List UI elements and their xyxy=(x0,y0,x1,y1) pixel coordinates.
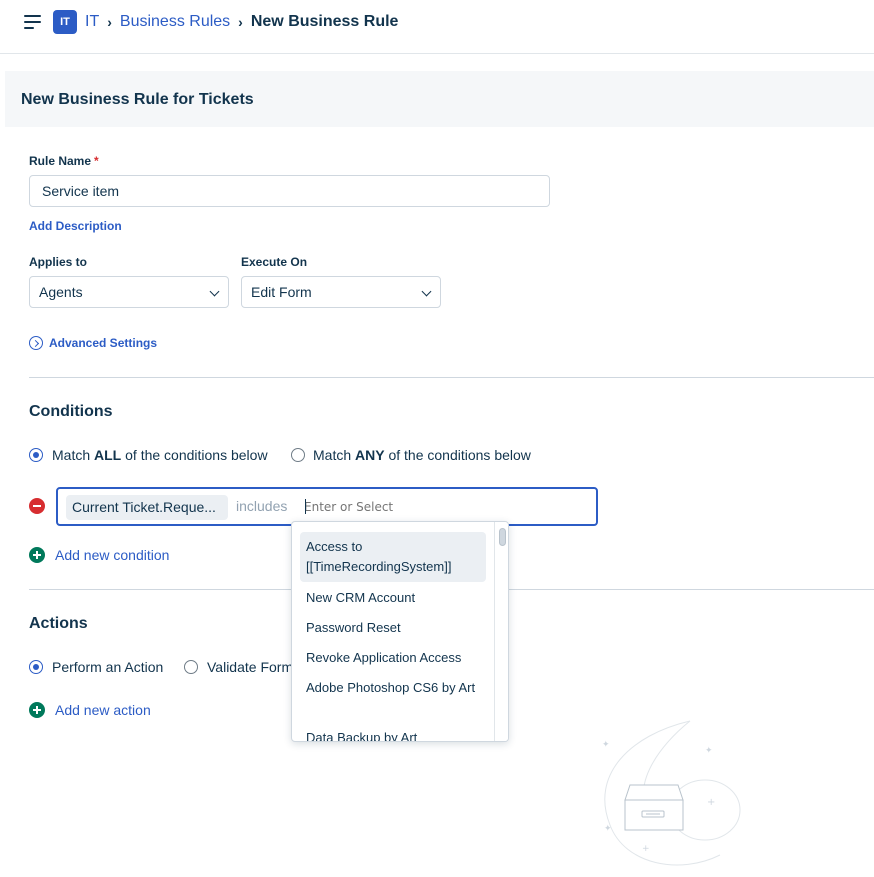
match-any-radio[interactable] xyxy=(291,448,305,462)
match-all-label[interactable]: Match ALL of the conditions below xyxy=(52,447,268,463)
svg-text:+: + xyxy=(642,844,650,854)
applies-to-label: Applies to xyxy=(29,255,88,269)
condition-field-chip[interactable]: Current Ticket.Reque... xyxy=(66,495,228,520)
add-action-icon[interactable] xyxy=(29,702,45,718)
add-condition-icon[interactable] xyxy=(29,547,45,563)
advanced-settings-link[interactable]: Advanced Settings xyxy=(49,336,157,350)
rule-name-label: Rule Name * xyxy=(29,154,99,168)
execute-on-label: Execute On xyxy=(241,255,308,269)
chevron-right-icon: › xyxy=(107,14,112,30)
execute-on-select[interactable]: Edit Form xyxy=(241,276,441,308)
add-description-link[interactable]: Add Description xyxy=(29,219,122,233)
dropdown-scrollbar[interactable] xyxy=(494,522,508,741)
top-bar: IT IT › Business Rules › New Business Ru… xyxy=(0,0,874,54)
text-caret xyxy=(305,499,306,514)
execute-on-value: Edit Form xyxy=(251,284,312,300)
perform-action-label[interactable]: Perform an Action xyxy=(52,659,163,675)
perform-action-radio[interactable] xyxy=(29,660,43,674)
chevron-circle-right-icon[interactable] xyxy=(29,336,43,350)
chevron-right-icon: › xyxy=(238,14,243,30)
dropdown-option[interactable]: Data Backup by Art xyxy=(300,728,486,741)
applies-to-value: Agents xyxy=(39,284,83,300)
add-condition-link[interactable]: Add new condition xyxy=(55,547,169,563)
breadcrumb: IT › Business Rules › New Business Rule xyxy=(85,12,398,32)
match-all-radio[interactable] xyxy=(29,448,43,462)
chevron-down-icon xyxy=(421,286,432,297)
remove-condition-icon[interactable] xyxy=(29,498,45,514)
validate-form-radio[interactable] xyxy=(184,660,198,674)
archive-box-illustration: ✦ ✦ + ✦ + xyxy=(602,720,741,866)
breadcrumb-it[interactable]: IT xyxy=(85,13,99,31)
breadcrumb-current: New Business Rule xyxy=(250,13,399,30)
menu-icon[interactable] xyxy=(24,15,41,29)
add-action-link[interactable]: Add new action xyxy=(55,702,151,718)
actions-title: Actions xyxy=(29,615,88,632)
breadcrumb-business-rules[interactable]: Business Rules xyxy=(120,13,230,31)
form-header: New Business Rule for Tickets xyxy=(5,71,874,127)
chevron-down-icon xyxy=(209,286,220,297)
condition-value-input[interactable] xyxy=(304,495,584,519)
rule-name-input[interactable]: Service item xyxy=(29,175,550,207)
dropdown-option[interactable]: Adobe Photoshop CS6 by Art xyxy=(300,678,486,698)
applies-to-select[interactable]: Agents xyxy=(29,276,229,308)
svg-text:✦: ✦ xyxy=(604,824,612,834)
condition-operator[interactable]: includes xyxy=(236,498,287,514)
page-title: New Business Rule for Tickets xyxy=(21,91,254,108)
svg-text:✦: ✦ xyxy=(602,740,610,750)
scrollbar-thumb[interactable] xyxy=(499,528,506,546)
required-mark: * xyxy=(94,154,99,168)
conditions-title: Conditions xyxy=(29,403,113,420)
condition-value-dropdown: Access to [[TimeRecordingSystem]] New CR… xyxy=(291,521,509,742)
match-any-label[interactable]: Match ANY of the conditions below xyxy=(313,447,531,463)
dropdown-option[interactable]: Revoke Application Access xyxy=(300,648,486,668)
svg-text:✦: ✦ xyxy=(705,746,713,756)
dropdown-option[interactable]: Password Reset xyxy=(300,618,486,638)
divider xyxy=(29,377,874,378)
svg-text:+: + xyxy=(707,797,715,808)
dropdown-option[interactable]: Access to [[TimeRecordingSystem]] xyxy=(300,532,486,582)
workspace-badge: IT xyxy=(53,10,77,34)
dropdown-option[interactable]: New CRM Account xyxy=(300,588,486,608)
validate-form-label[interactable]: Validate Form xyxy=(207,659,293,675)
